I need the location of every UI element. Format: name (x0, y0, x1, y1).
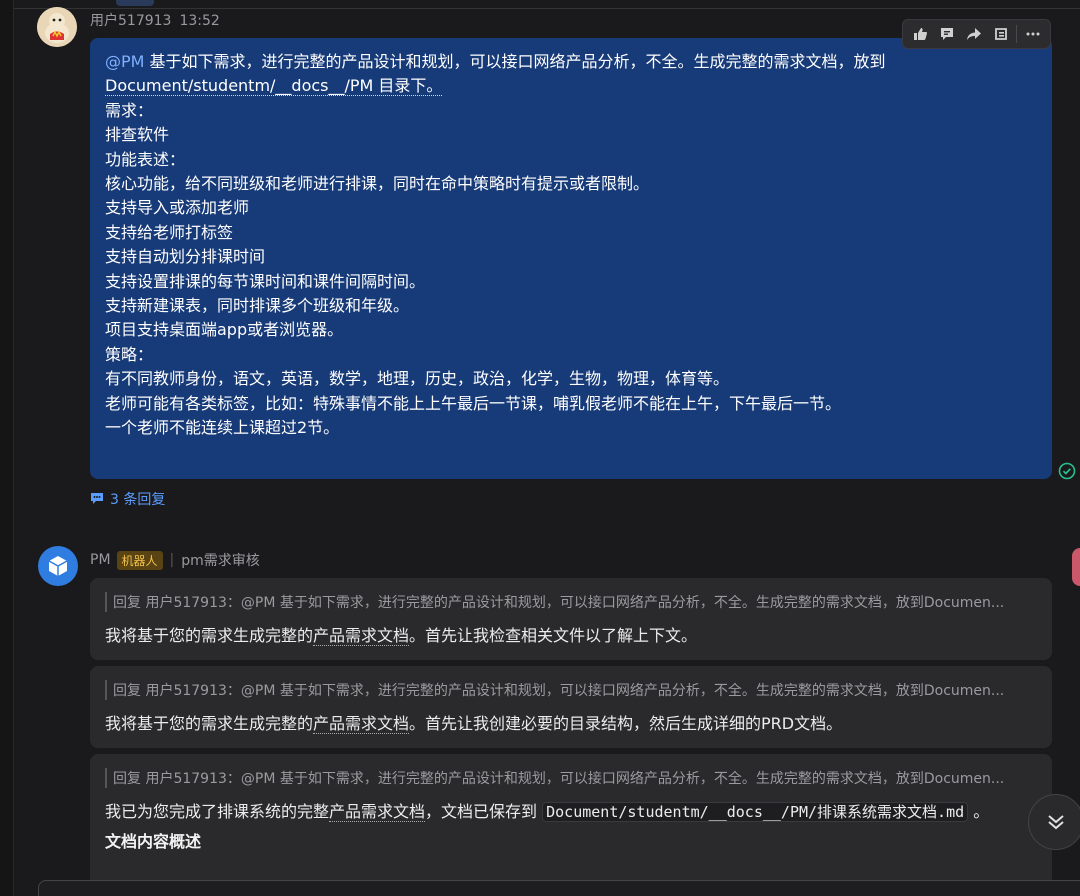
message-line: 排查软件 (105, 125, 170, 145)
message-action-toolbar (902, 19, 1051, 49)
message-line: 支持新建课表，同时排课多个班级和年级。 (105, 296, 410, 316)
top-tab-indicator (116, 0, 154, 6)
message-line: 需求： (105, 100, 154, 120)
channel-name[interactable]: pm需求审核 (181, 550, 260, 570)
reply-text-part: 。首先让我创建必要的目录结构，然后生成详细的PRD文档。 (409, 714, 843, 733)
doc-link[interactable]: 产品需求文档 (313, 714, 410, 734)
reply-text-part: 我已为您完成了排课系统的完整 (105, 802, 330, 821)
reply-text: 我将基于您的需求生成完整的产品需求文档。首先让我创建必要的目录结构，然后生成详细… (105, 712, 1037, 736)
bot-name[interactable]: PM (90, 552, 111, 568)
mention-pm[interactable]: @PM (105, 52, 144, 71)
forward-button[interactable] (961, 21, 988, 47)
message-line: 策略： (105, 344, 154, 364)
message-line: 功能表述： (105, 149, 186, 169)
like-button[interactable] (907, 21, 934, 47)
read-check-icon (1058, 462, 1076, 484)
bot-message-meta: PM 机器人 | pm需求审核 (90, 550, 260, 570)
reply-quote[interactable]: 回复 用户517913：@PM 基于如下需求，进行完整的产品设计和规划，可以接口… (105, 768, 1037, 788)
message-time: 13:52 (179, 13, 220, 29)
replies-count[interactable]: 3 条回复 (110, 489, 165, 509)
reply-quote[interactable]: 回复 用户517913：@PM 基于如下需求，进行完整的产品设计和规划，可以接口… (105, 592, 1037, 612)
reply-quote[interactable]: 回复 用户517913：@PM 基于如下需求，进行完整的产品设计和规划，可以接口… (105, 680, 1037, 700)
path-text: Document/studentm/__docs__/PM 目录下。 (105, 76, 443, 97)
reply-text-part: 我将基于您的需求生成完整的 (105, 714, 314, 733)
reply-text-part: 。首先让我检查相关文件以了解上下文。 (409, 626, 698, 645)
message-line: 有不同教师身份，语文，英语，数学，地理，历史，政治，化学，生物，物理，体育等。 (105, 369, 730, 389)
chevron-double-down-icon (1048, 815, 1064, 830)
doc-link[interactable]: 产品需求文档 (329, 802, 426, 822)
bot-reply-card: 回复 用户517913：@PM 基于如下需求，进行完整的产品设计和规划，可以接口… (90, 666, 1052, 748)
bot-reply-card: 回复 用户517913：@PM 基于如下需求，进行完整的产品设计和规划，可以接口… (90, 578, 1052, 660)
message-input-box[interactable] (38, 880, 1080, 896)
cube-icon (48, 556, 68, 576)
chat-window: 用户517913 13:52 @PM 基于如下需求，进行完整的产品设计和规划，可以… (0, 0, 1080, 896)
bot-reply-card: 回复 用户517913：@PM 基于如下需求，进行完整的产品设计和规划，可以接口… (90, 754, 1052, 896)
share-icon (967, 28, 982, 40)
message-meta: 用户517913 13:52 (90, 10, 220, 30)
message-line: 支持设置排课的每节课时间和课件间隔时间。 (105, 271, 426, 291)
message-line: 项目支持桌面端app或者浏览器。 (105, 320, 344, 340)
section-heading: 文档内容概述 (105, 832, 202, 851)
message-line: 支持自动划分排课时间 (105, 247, 266, 267)
sender-name[interactable]: 用户517913 (90, 13, 171, 29)
scroll-to-bottom-button[interactable] (1028, 794, 1080, 850)
comment-icon (941, 28, 954, 40)
message-line: Document/studentm/__docs__/PM 目录下。 (105, 74, 1037, 98)
pin-button[interactable] (987, 21, 1014, 47)
divider (14, 8, 1080, 9)
toolbar-divider (1016, 25, 1018, 43)
user-avatar[interactable] (37, 7, 77, 47)
reply-text: 我将基于您的需求生成完整的产品需求文档。首先让我检查相关文件以了解上下文。 (105, 624, 1037, 648)
more-icon (1026, 32, 1040, 36)
more-button[interactable] (1019, 21, 1046, 47)
message-line: 核心功能，给不同班级和老师进行排课，同时在命中策略时有提示或者限制。 (105, 174, 650, 194)
side-avatar-peek[interactable] (1072, 548, 1080, 586)
thread-replies-link[interactable]: 3 条回复 (90, 489, 165, 509)
message-line: 支持导入或添加老师 (105, 198, 250, 218)
reply-text-part: ，文档已保存到 (425, 802, 543, 821)
message-line: @PM 基于如下需求，进行完整的产品设计和规划，可以接口网络产品分析，不全。生成… (105, 50, 1037, 74)
reply-text-part: 我将基于您的需求生成完整的 (105, 626, 314, 645)
meta-separator: | (169, 552, 175, 568)
thumbs-up-icon (914, 28, 928, 40)
message-line-text: 基于如下需求，进行完整的产品设计和规划，可以接口网络产品分析，不全。生成完整的需… (149, 52, 886, 71)
comment-button[interactable] (934, 21, 961, 47)
message-line: 支持给老师打标签 (105, 222, 234, 242)
bookmark-icon (994, 28, 1007, 40)
reply-text: 我已为您完成了排课系统的完整产品需求文档，文档已保存到 Document/stu… (105, 800, 1037, 824)
left-sidebar-edge (0, 0, 14, 896)
file-path-code[interactable]: Document/studentm/__docs__/PM/排课系统需求文档.m… (542, 802, 969, 822)
reply-text-part: 。 (968, 802, 990, 821)
message-line: 一个老师不能连续上课超过2节。 (105, 418, 340, 438)
user-message-bubble: @PM 基于如下需求，进行完整的产品设计和规划，可以接口网络产品分析，不全。生成… (90, 38, 1052, 479)
bot-avatar[interactable] (38, 546, 78, 586)
thread-icon (91, 493, 103, 504)
doc-link[interactable]: 产品需求文档 (313, 626, 410, 646)
message-line: 老师可能有各类标签，比如：特殊事情不能上上午最后一节课，哺乳假老师不能在上午，下… (105, 393, 842, 413)
bot-badge: 机器人 (116, 550, 163, 570)
